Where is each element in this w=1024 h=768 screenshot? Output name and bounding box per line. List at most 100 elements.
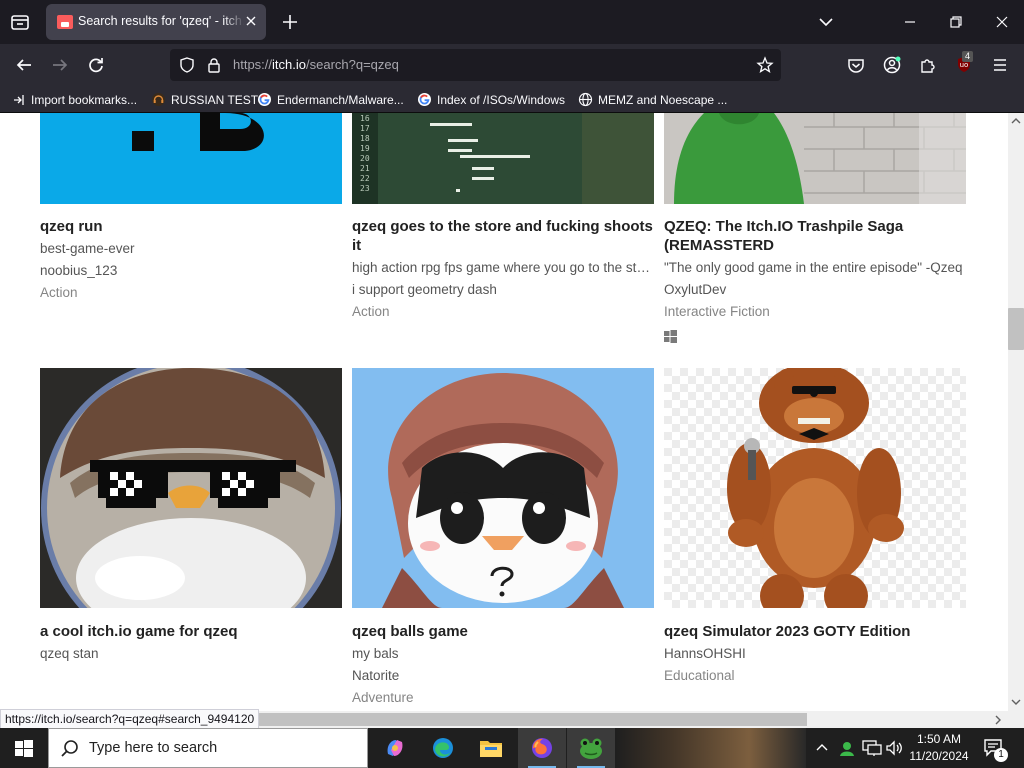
- taskbar-copilot[interactable]: [371, 728, 419, 768]
- network-icon[interactable]: [862, 739, 882, 757]
- line-number: 18: [360, 134, 370, 143]
- taskbar-wallpaper-strip: [616, 728, 806, 768]
- clock-date: 11/20/2024: [909, 749, 969, 763]
- taskbar-frog-app[interactable]: [567, 728, 615, 768]
- window-close-button[interactable]: [990, 10, 1014, 34]
- windows-platform-icon: [664, 330, 677, 343]
- game-description: "The only good game in the entire episod…: [664, 260, 963, 275]
- game-thumbnail[interactable]: [40, 113, 342, 204]
- new-tab-button[interactable]: [278, 10, 302, 34]
- bookmark-memz[interactable]: MEMZ and Noescape ...: [578, 90, 727, 109]
- bookmark-label: Endermanch/Malware...: [277, 92, 404, 107]
- taskbar-clock[interactable]: 1:50 AM 11/20/2024: [904, 731, 974, 765]
- green-hoodie-person-image: [664, 113, 966, 204]
- show-hidden-icons-chevron-icon[interactable]: [815, 740, 829, 756]
- game-author[interactable]: i support geometry dash: [352, 282, 654, 297]
- back-button[interactable]: [10, 51, 38, 79]
- notification-center-button[interactable]: 1: [982, 728, 1012, 768]
- taskbar-edge[interactable]: [419, 728, 467, 768]
- tray-green-app-icon[interactable]: [838, 739, 856, 757]
- taskbar-search-box[interactable]: Type here to search: [48, 728, 368, 768]
- scroll-up-arrow-icon[interactable]: [1011, 117, 1021, 125]
- game-thumbnail[interactable]: [664, 113, 966, 204]
- scroll-down-arrow-icon[interactable]: [1011, 698, 1021, 706]
- url-prefix: https://: [233, 57, 273, 72]
- tab-close-button[interactable]: [240, 10, 262, 32]
- windows-taskbar: Type here to search 1:50 AM 11/20/2024 1: [0, 728, 1024, 768]
- puzzle-icon: [921, 59, 935, 73]
- game-thumbnail[interactable]: [664, 368, 966, 608]
- line-number: 17: [360, 124, 370, 133]
- game-thumbnail[interactable]: [40, 368, 342, 608]
- extensions-button[interactable]: [914, 51, 942, 79]
- line-number: 22: [360, 174, 370, 183]
- reload-icon: [89, 58, 103, 73]
- list-all-tabs-button[interactable]: [814, 10, 838, 34]
- reload-button[interactable]: [82, 51, 110, 79]
- tab-itch-search[interactable]: Search results for 'qzeq' - itch.io: [46, 4, 266, 40]
- game-title[interactable]: a cool itch.io game for qzeq: [40, 622, 342, 641]
- game-thumbnail[interactable]: 16 17 18 19 20 21 22 23: [352, 113, 654, 204]
- line-number: 16: [360, 114, 370, 123]
- pocket-button[interactable]: [842, 51, 870, 79]
- arrow-left-icon: [16, 59, 31, 71]
- taskbar-file-explorer[interactable]: [467, 728, 515, 768]
- url-path: /search?q=qzeq: [306, 57, 399, 72]
- game-author[interactable]: OxylutDev: [664, 282, 966, 297]
- game-author[interactable]: Natorite: [352, 668, 654, 683]
- google-icon: [418, 93, 431, 106]
- bookmark-index-isos[interactable]: Index of /ISOs/Windows: [417, 90, 565, 109]
- window-minimize-button[interactable]: [898, 10, 922, 34]
- start-button[interactable]: [0, 728, 48, 768]
- vertical-scrollbar[interactable]: [1008, 113, 1024, 711]
- account-button[interactable]: [878, 51, 906, 79]
- folder-icon: [480, 741, 502, 757]
- account-icon: [883, 56, 901, 74]
- penguin-sunglasses-image: [40, 368, 342, 608]
- url-host: itch.io: [272, 57, 306, 72]
- game-genre: Interactive Fiction: [664, 304, 770, 319]
- vertical-scroll-thumb[interactable]: [1008, 308, 1024, 350]
- scroll-right-arrow-icon[interactable]: [994, 715, 1002, 725]
- app-menu-button[interactable]: [986, 51, 1014, 79]
- game-title[interactable]: qzeq run: [40, 217, 342, 236]
- window-restore-button[interactable]: [944, 10, 968, 34]
- restore-icon: [950, 16, 962, 28]
- game-author[interactable]: qzeq stan: [40, 646, 342, 661]
- shield-icon[interactable]: [178, 56, 196, 74]
- game-thumbnail[interactable]: [352, 368, 654, 608]
- pocket-icon: [848, 59, 864, 73]
- clock-time: 1:50 AM: [916, 732, 962, 746]
- star-icon[interactable]: [756, 56, 774, 74]
- url-text[interactable]: https://itch.io/search?q=qzeq: [233, 57, 399, 72]
- bookmark-import[interactable]: Import bookmarks...: [12, 90, 137, 109]
- forward-button[interactable]: [46, 51, 74, 79]
- tab-title: Search results for 'qzeq' - itch.io: [78, 14, 244, 28]
- firefox-view-button[interactable]: [6, 8, 34, 36]
- game-title[interactable]: qzeq balls game: [352, 622, 654, 641]
- address-bar[interactable]: https://itch.io/search?q=qzeq: [170, 49, 781, 81]
- taskbar-firefox[interactable]: [518, 728, 566, 768]
- search-placeholder: Type here to search: [89, 740, 218, 756]
- bookmark-endermanch[interactable]: Endermanch/Malware...: [257, 90, 404, 109]
- svg-text:uo: uo: [960, 61, 969, 69]
- volume-icon[interactable]: [885, 739, 903, 757]
- ublock-button[interactable]: uo 4: [950, 51, 978, 79]
- lock-icon[interactable]: [205, 56, 223, 74]
- link-status-tooltip: https://itch.io/search?q=qzeq#search_949…: [0, 709, 260, 729]
- bookmark-label: RUSSIAN TEST: [171, 92, 259, 107]
- chevron-down-icon: [819, 18, 833, 27]
- game-title[interactable]: qzeq goes to the store and fucking shoot…: [352, 217, 654, 255]
- horizontal-scroll-thumb[interactable]: [250, 713, 807, 726]
- bookmark-russian-test[interactable]: RUSSIAN TEST: [151, 90, 258, 109]
- colon-d-face-image: [132, 113, 264, 151]
- headset-icon: [152, 93, 165, 106]
- game-title[interactable]: qzeq Simulator 2023 GOTY Edition: [664, 622, 966, 641]
- navigation-toolbar: https://itch.io/search?q=qzeq uo 4: [0, 44, 1024, 86]
- line-number: 19: [360, 144, 370, 153]
- close-icon: [246, 16, 256, 26]
- itch-favicon-icon: [57, 15, 73, 29]
- game-title[interactable]: QZEQ: The Itch.IO Trashpile Saga (REMASS…: [664, 217, 966, 255]
- game-author[interactable]: noobius_123: [40, 263, 342, 278]
- game-author[interactable]: HannsOHSHI: [664, 646, 966, 661]
